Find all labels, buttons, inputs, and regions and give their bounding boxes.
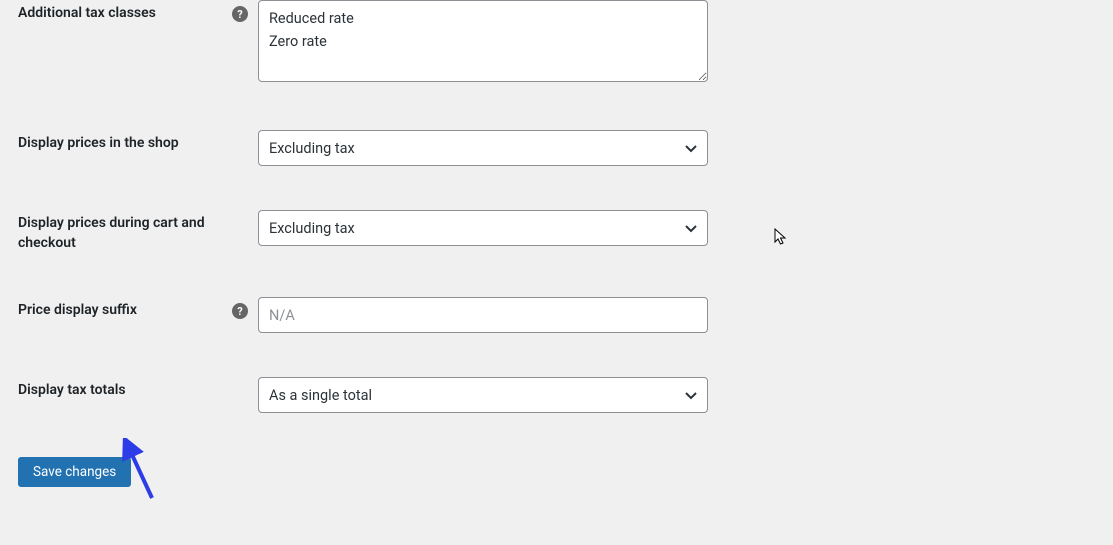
- row-additional-tax-classes: Additional tax classes ?: [18, 0, 1113, 86]
- input-col: As a single total: [258, 377, 708, 413]
- input-col: [258, 297, 708, 333]
- row-price-display-suffix: Price display suffix ?: [18, 277, 1113, 333]
- submit-row: Save changes: [0, 437, 1113, 487]
- select-wrapper: Excluding tax: [258, 130, 708, 166]
- label-price-display-suffix: Price display suffix: [18, 301, 137, 321]
- help-icon[interactable]: ?: [232, 6, 248, 22]
- label-col: Display prices during cart and checkout: [18, 210, 258, 253]
- label-display-prices-shop: Display prices in the shop: [18, 134, 179, 154]
- label-col: Display prices in the shop: [18, 130, 258, 154]
- help-icon[interactable]: ?: [232, 303, 248, 319]
- input-col: Excluding tax: [258, 210, 708, 246]
- display-prices-cart-select[interactable]: Excluding tax: [258, 210, 708, 246]
- label-col: Price display suffix ?: [18, 297, 258, 321]
- label-col: Additional tax classes ?: [18, 0, 258, 24]
- price-display-suffix-input[interactable]: [258, 297, 708, 333]
- label-display-tax-totals: Display tax totals: [18, 381, 126, 401]
- save-button[interactable]: Save changes: [18, 457, 131, 487]
- label-additional-tax-classes: Additional tax classes: [18, 4, 156, 24]
- row-display-prices-shop: Display prices in the shop Excluding tax: [18, 110, 1113, 166]
- additional-tax-classes-textarea[interactable]: [258, 0, 708, 82]
- input-col: [258, 0, 708, 86]
- row-display-prices-cart: Display prices during cart and checkout …: [18, 190, 1113, 253]
- input-col: Excluding tax: [258, 130, 708, 166]
- label-col: Display tax totals: [18, 377, 258, 401]
- settings-form: Additional tax classes ? Display prices …: [0, 0, 1113, 413]
- display-tax-totals-select[interactable]: As a single total: [258, 377, 708, 413]
- select-wrapper: As a single total: [258, 377, 708, 413]
- display-prices-shop-select[interactable]: Excluding tax: [258, 130, 708, 166]
- select-wrapper: Excluding tax: [258, 210, 708, 246]
- row-display-tax-totals: Display tax totals As a single total: [18, 357, 1113, 413]
- label-display-prices-cart: Display prices during cart and checkout: [18, 214, 228, 253]
